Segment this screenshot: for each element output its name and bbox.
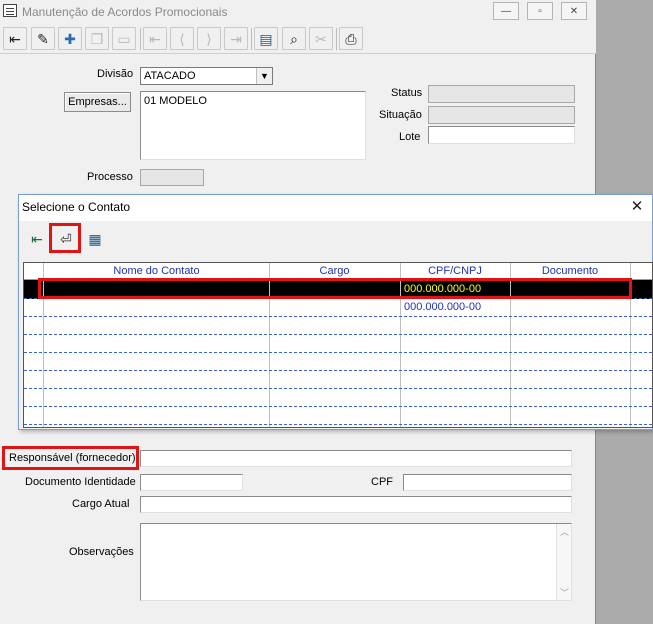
situacao-field[interactable] (428, 106, 575, 124)
column-header-nome[interactable]: Nome do Contato (44, 265, 269, 277)
selected-row-highlight (38, 278, 632, 299)
observacoes-scrollbar[interactable]: ︿ ﹀ (556, 524, 571, 600)
window-title: Manutenção de Acordos Promocionais (22, 5, 228, 19)
cpf-label: CPF (371, 476, 393, 488)
select-contact-dialog: Selecione o Contato ✕ ⇤ ⏎ ▦ Nome do Cont… (18, 194, 653, 430)
documento-field[interactable] (140, 474, 243, 491)
copy-record-icon[interactable]: ❐ (85, 27, 109, 50)
scroll-up-icon[interactable]: ︿ (557, 525, 572, 538)
processo-field[interactable] (140, 169, 204, 186)
status-field[interactable] (428, 85, 575, 103)
scroll-down-icon[interactable]: ﹀ (557, 586, 572, 599)
responsavel-field[interactable] (140, 450, 572, 467)
dialog-toolbar: ⇤ ⏎ ▦ (19, 223, 652, 257)
minimize-button[interactable]: — (493, 2, 519, 20)
printer-icon[interactable]: ⎙ (339, 27, 363, 50)
last-record-icon[interactable]: ⇥ (224, 27, 248, 50)
column-header-cpf[interactable]: CPF/CNPJ (400, 265, 510, 277)
empresas-list[interactable]: 01 MODELO (140, 91, 366, 160)
responsavel-highlight (2, 446, 139, 470)
prev-record-icon[interactable]: ⟨ (170, 27, 194, 50)
processo-label: Processo (87, 171, 133, 183)
dialog-title: Selecione o Contato (22, 200, 131, 214)
empresas-list-item[interactable]: 01 MODELO (144, 95, 207, 107)
chevron-down-icon[interactable]: ▼ (256, 68, 272, 84)
column-header-cargo[interactable]: Cargo (269, 265, 400, 277)
app-icon (3, 4, 17, 17)
new-grid-icon[interactable]: ▦ (82, 226, 108, 252)
dialog-close-icon[interactable]: ✕ (627, 198, 647, 216)
cargo-field[interactable] (140, 496, 572, 513)
close-button[interactable]: ✕ (561, 2, 587, 20)
exit-icon[interactable]: ⇤ (3, 27, 27, 50)
lote-label: Lote (399, 131, 421, 143)
divisao-select[interactable]: ATACADO ▼ (140, 67, 273, 85)
first-record-icon[interactable]: ⇤ (143, 27, 167, 50)
observacoes-field[interactable]: ︿ ﹀ (140, 523, 572, 601)
exit-icon[interactable]: ⇤ (24, 226, 50, 252)
maximize-button[interactable]: ▫ (527, 2, 553, 20)
tools-icon[interactable]: ✂ (309, 27, 333, 50)
pencil-icon[interactable]: ✎ (31, 27, 55, 50)
cpf-field[interactable] (403, 474, 572, 491)
documento-label: Documento Identidade (25, 476, 136, 488)
remove-record-icon[interactable]: ▭ (112, 27, 136, 50)
lote-field[interactable] (428, 126, 575, 144)
status-label: Status (391, 87, 423, 99)
observacoes-label: Observações (69, 546, 134, 558)
situacao-label: Situação (379, 109, 422, 121)
title-bar[interactable]: Manutenção de Acordos Promocionais — ▫ ✕ (0, 0, 596, 24)
cell-cpf[interactable]: 000.000.000-00 (404, 301, 481, 313)
cargo-label: Cargo Atual (72, 498, 130, 510)
select-button-highlight (49, 223, 81, 253)
divisao-label: Divisão (97, 68, 134, 80)
next-record-icon[interactable]: ⟩ (197, 27, 221, 50)
main-toolbar: ⇤ ✎ ✚ ❐ ▭ ⇤ ⟨ ⟩ ⇥ ▤ ⌕ ✂ ⎙ (0, 24, 596, 54)
list-icon[interactable]: ▤ (254, 27, 278, 50)
empresas-button[interactable]: Empresas... (64, 92, 131, 112)
divisao-value: ATACADO (144, 70, 196, 82)
binoculars-icon[interactable]: ⌕ (282, 27, 306, 50)
add-record-icon[interactable]: ✚ (58, 27, 82, 50)
column-header-documento[interactable]: Documento (510, 265, 630, 277)
